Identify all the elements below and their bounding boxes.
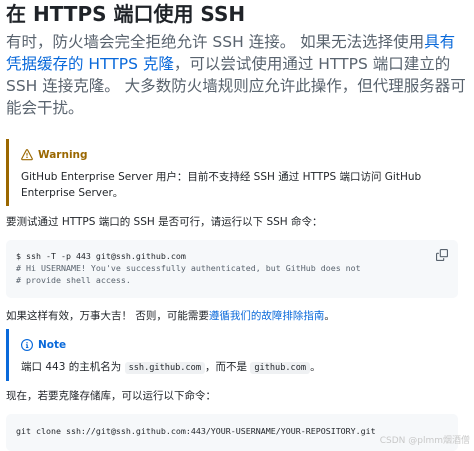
code-command: $ ssh -T -p 443 git@ssh.github.com (16, 251, 186, 261)
hostname-code-github: github.com (250, 362, 311, 374)
note-title: Note (38, 339, 67, 351)
watermark: CSDN @plmm烟酒僧 (379, 436, 470, 446)
info-circle-icon (21, 339, 33, 351)
note-callout: Note 端口 443 的主机名为 ssh.github.com ，而不是 git… (6, 329, 458, 381)
note-text-middle: ，而不是 (205, 361, 251, 373)
lead-paragraph: 有时，防火墙会完全拒绝允许 SSH 连接。 如果无法选择使用具有凭据缓存的 HT… (6, 31, 468, 119)
warning-title-row: Warning (21, 147, 448, 163)
clone-command: git clone ssh://git@ssh.github.com:443/Y… (16, 426, 376, 436)
note-body: 端口 443 的主机名为 ssh.github.com ，而不是 github.c… (21, 359, 448, 376)
warning-callout: Warning GitHub Enterprise Server 用户：目前不支… (6, 139, 458, 206)
troubleshoot-paragraph: 如果这样有效，万事大吉！ 否则，可能需要遵循我们的故障排除指南。 (6, 308, 466, 324)
lead-text-before: 有时，防火墙会完全拒绝允许 SSH 连接。 如果无法选择使用 (6, 33, 425, 51)
troubleshooting-guide-link[interactable]: 遵循我们的故障排除指南 (209, 310, 325, 322)
clone-intro: 现在，若要克隆存储库，可以运行以下命令： (6, 390, 216, 402)
note-title-row: Note (21, 337, 448, 353)
code-block-ssh-test: $ ssh -T -p 443 git@ssh.github.com # Hi … (6, 240, 458, 298)
article: 在 HTTPS 端口使用 SSH 有时，防火墙会完全拒绝允许 SSH 连接。 如… (0, 0, 474, 451)
note-text-after: 。 (310, 361, 321, 373)
warning-body: GitHub Enterprise Server 用户：目前不支持经 SSH 通… (21, 171, 422, 199)
page-title: 在 HTTPS 端口使用 SSH (6, 2, 246, 26)
code-comment-line-1: # Hi USERNAME! You've successfully authe… (16, 263, 361, 273)
troubleshoot-text-after: 。 (324, 310, 335, 322)
hostname-code-ssh: ssh.github.com (124, 362, 205, 374)
test-intro: 要测试通过 HTTPS 端口的 SSH 是否可行，请运行以下 SSH 命令： (6, 216, 323, 228)
note-text-before: 端口 443 的主机名为 (21, 361, 125, 373)
copy-icon[interactable] (436, 249, 448, 261)
code-comment-line-2: # provide shell access. (16, 275, 131, 285)
warning-title: Warning (38, 149, 88, 161)
alert-triangle-icon (21, 149, 33, 161)
troubleshoot-text-before: 如果这样有效，万事大吉！ 否则，可能需要 (6, 310, 209, 322)
